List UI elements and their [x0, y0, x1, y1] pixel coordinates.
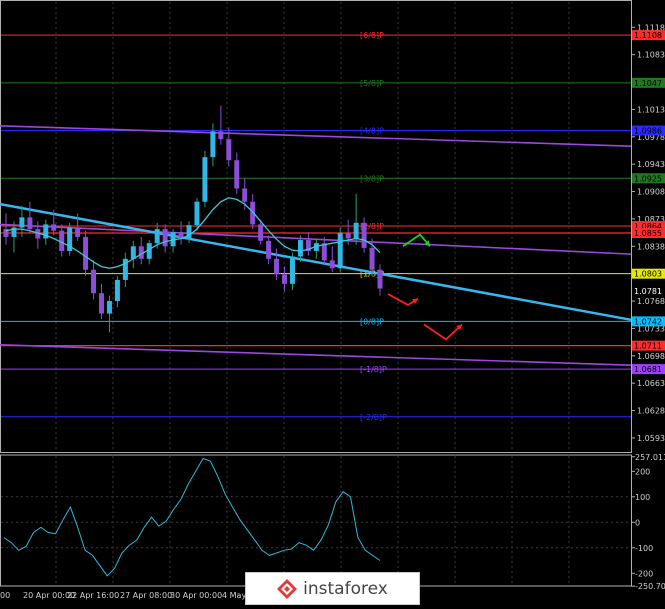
candle-body	[83, 236, 89, 270]
chart-canvas[interactable]: 1.11181.10831.10481.10131.09781.09431.09…	[0, 0, 665, 605]
candle-body	[266, 240, 272, 259]
y-tick-label: 1.0628	[637, 407, 665, 416]
x-tick-label: 27 Apr 08:00	[120, 591, 172, 600]
candle-body	[361, 222, 367, 248]
candle-body	[282, 274, 288, 284]
price-tag-label: 1.1108	[634, 31, 662, 40]
murray-level-label: [-1/8]P	[360, 365, 387, 374]
y-tick-label: 1.1013	[637, 105, 665, 114]
candle-body	[329, 260, 335, 269]
candle-body	[130, 246, 136, 259]
cci-y-tick-label: 200	[635, 467, 650, 476]
forecast-arrow-line	[423, 323, 463, 341]
price-tag-label: 1.0681	[634, 365, 662, 374]
y-tick-label: 1.0698	[637, 352, 665, 361]
candle-body	[59, 230, 65, 251]
murray-level-label: [-2/8]P	[360, 413, 387, 422]
candle-body	[106, 301, 112, 314]
murray-level-label: [5/8]P	[360, 79, 384, 88]
candle-body	[194, 201, 200, 226]
x-tick-label: 30 Apr 00:00	[170, 591, 222, 600]
y-tick-label: 1.0908	[637, 188, 665, 197]
cci-y-tick-label: -200	[635, 569, 653, 578]
y-tick-label: 1.0593	[637, 434, 665, 443]
price-tag-label: 1.0781	[634, 287, 662, 296]
price-tag-label: 1.0711	[634, 342, 662, 351]
x-tick-label: 22 Apr 16:00	[67, 591, 119, 600]
candle-body	[202, 157, 208, 202]
candle-body	[154, 229, 160, 244]
cci-y-tick-label: 100	[635, 493, 650, 502]
candle-body	[51, 224, 57, 231]
y-tick-label: 1.0943	[637, 160, 665, 169]
murray-level-label: [6/8]P	[360, 31, 384, 40]
y-tick-label: 1.0838	[637, 242, 665, 251]
candle-body	[377, 269, 383, 289]
candle-body	[226, 139, 232, 161]
murray-level-label: [4/8]P	[360, 127, 384, 136]
price-tag-label: 1.0803	[634, 270, 662, 279]
instaforex-logo-text: instaforex	[303, 578, 388, 599]
instaforex-logo: instaforex	[245, 572, 420, 605]
candle-body	[258, 224, 264, 241]
candle-body	[369, 247, 375, 270]
price-tag-label: 1.0925	[634, 174, 662, 183]
candle-body	[218, 131, 224, 140]
chart-window: 1.11181.10831.10481.10131.09781.09431.09…	[0, 0, 665, 605]
candle-body	[91, 269, 97, 294]
y-tick-label: 1.1083	[637, 51, 665, 60]
candle-body	[162, 229, 168, 247]
candle-body	[75, 227, 81, 237]
cci-y-tick-label: 0	[635, 518, 640, 527]
candle-body	[114, 279, 120, 302]
y-tick-label: 1.0663	[637, 379, 665, 388]
candle-body	[321, 243, 327, 261]
candle-body	[353, 222, 359, 239]
regression-lower	[0, 344, 632, 366]
regression-upper	[0, 125, 632, 147]
murray-level-label: [0/8]P	[360, 317, 384, 326]
cci-y-tick-label: -100	[635, 544, 653, 553]
candle-body	[337, 233, 343, 269]
candle-body	[19, 217, 25, 228]
main-plot-frame	[0, 0, 632, 453]
candle-body	[98, 293, 104, 314]
x-tick-label: 4 May	[222, 591, 246, 600]
candle-body	[234, 160, 240, 189]
candle-body	[274, 258, 280, 275]
candle-body	[210, 131, 216, 158]
price-tag-label: 1.0742	[634, 317, 662, 326]
candle-body	[289, 256, 295, 284]
price-tag-label: 1.0855	[634, 229, 662, 238]
instaforex-logo-icon	[277, 578, 298, 599]
cci-line	[3, 457, 381, 577]
murray-level-label: [3/8]P	[360, 174, 384, 183]
candle-body	[242, 188, 248, 202]
cci-y-tick-label: 257.0111	[635, 453, 665, 462]
price-tag-label: 1.1047	[634, 79, 662, 88]
candle-body	[27, 217, 33, 230]
candle-body	[297, 240, 303, 257]
x-tick-label: 00	[0, 591, 10, 600]
cci-y-tick-label: -250.7084	[635, 582, 665, 591]
price-tag-label: 1.0986	[634, 127, 662, 136]
candle-body	[345, 233, 351, 239]
y-tick-label: 1.0768	[637, 297, 665, 306]
cci-plot-frame	[0, 454, 632, 587]
